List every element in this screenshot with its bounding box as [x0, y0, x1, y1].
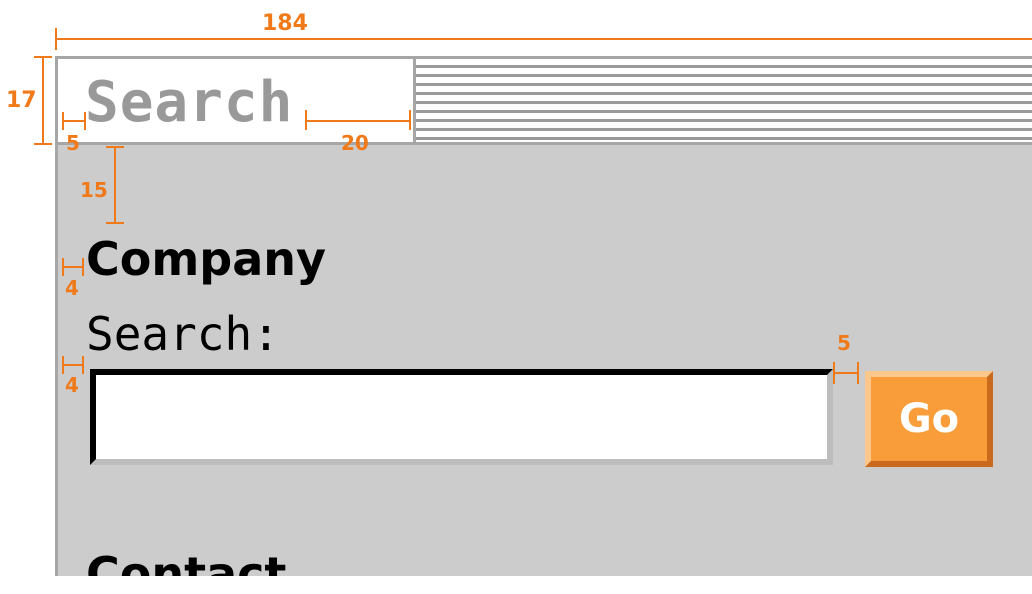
tab-search-label: Search: [85, 70, 294, 135]
company-heading: Company: [86, 232, 326, 286]
search-field-label: Search:: [86, 307, 280, 361]
button-gap-line: [833, 372, 859, 374]
left-padding-line: [62, 120, 86, 122]
button-gap-tick-right: [857, 362, 859, 384]
width-dimension-line: [55, 38, 1032, 40]
height-dimension-line: [42, 56, 44, 144]
input-indent-label: 4: [65, 373, 79, 397]
heading-indent-label: 4: [65, 276, 79, 300]
top-gap-tick-bottom: [106, 222, 124, 224]
go-button[interactable]: Go: [865, 371, 993, 467]
contact-heading: Contact: [86, 547, 287, 576]
button-gap-label: 5: [837, 331, 851, 355]
top-gap-label: 15: [80, 178, 108, 202]
heading-indent-line: [62, 266, 84, 268]
input-indent-line: [62, 364, 84, 366]
left-padding-label: 5: [66, 131, 80, 155]
search-input[interactable]: [90, 369, 833, 465]
height-dimension-tick-bottom: [34, 143, 52, 145]
input-indent-tick-right: [82, 356, 84, 374]
right-gap-label: 20: [341, 131, 369, 155]
width-dimension-label: 184: [262, 11, 308, 36]
heading-indent-tick-right: [82, 258, 84, 276]
right-gap-line: [305, 120, 411, 122]
right-gap-tick-right: [409, 110, 411, 130]
widget-panel: Search Company Search: Go Contact: [55, 56, 1032, 576]
top-gap-line: [114, 146, 116, 224]
tab-bar: Search: [58, 59, 1032, 145]
height-dimension-label: 17: [6, 88, 37, 113]
left-padding-tick-right: [84, 112, 86, 130]
